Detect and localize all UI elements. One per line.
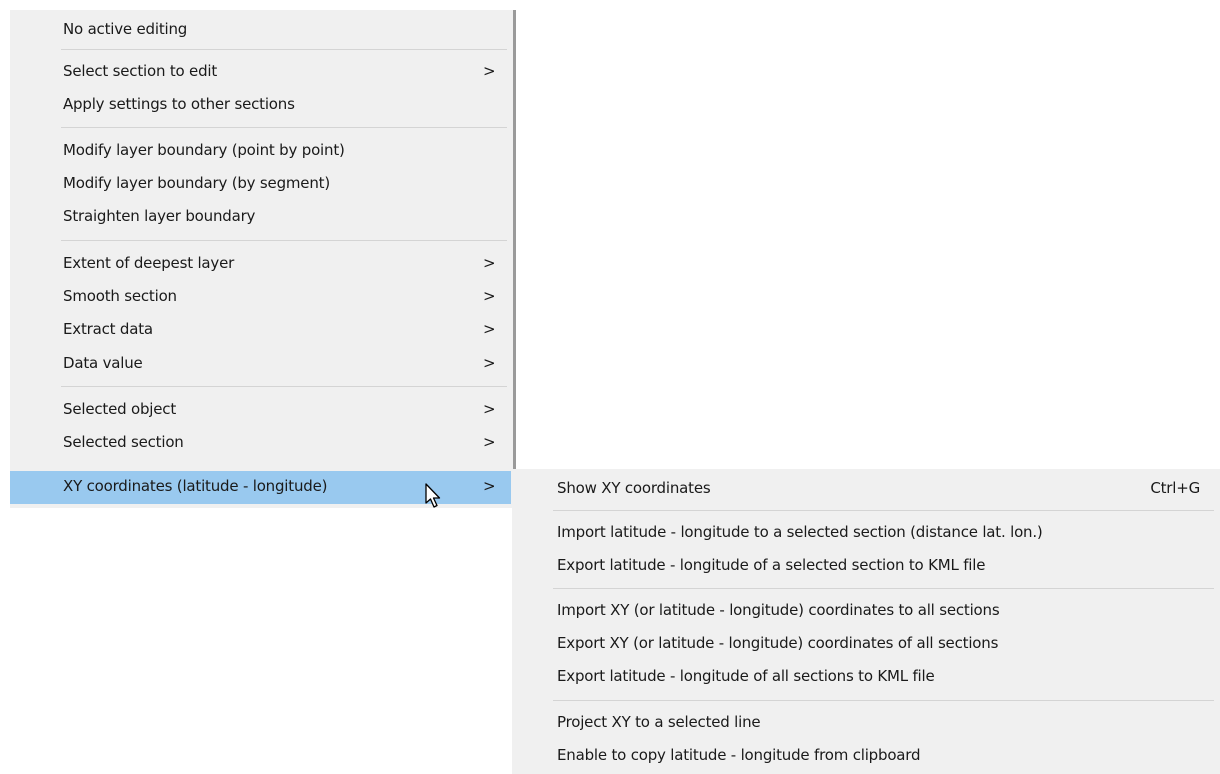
menu-item-label: Apply settings to other sections bbox=[63, 95, 295, 113]
menu-separator bbox=[553, 700, 1214, 701]
menu-item-label: Data value bbox=[63, 354, 143, 372]
chevron-right-icon: > bbox=[483, 287, 496, 305]
menu-item-label: Modify layer boundary (by segment) bbox=[63, 174, 330, 192]
chevron-right-icon: > bbox=[483, 400, 496, 418]
menu-item-label: Modify layer boundary (point by point) bbox=[63, 141, 345, 159]
mouse-pointer-icon bbox=[425, 483, 441, 508]
menu-separator bbox=[553, 510, 1214, 511]
menu-item-label: Selected object bbox=[63, 400, 177, 418]
menu-item-apply-settings[interactable]: Apply settings to other sections bbox=[10, 89, 513, 122]
xy-coordinates-submenu: Show XY coordinates Ctrl+G Import latitu… bbox=[512, 469, 1220, 774]
menu-item-straighten-boundary[interactable]: Straighten layer boundary bbox=[10, 201, 513, 234]
chevron-right-icon: > bbox=[483, 477, 496, 495]
menu-item-modify-boundary-point[interactable]: Modify layer boundary (point by point) bbox=[10, 135, 513, 168]
menu-separator bbox=[61, 49, 507, 50]
menu-item-label: No active editing bbox=[63, 20, 188, 38]
menu-item-extract-data[interactable]: Extract data > bbox=[10, 314, 513, 347]
menu-item-show-xy-coordinates[interactable]: Show XY coordinates Ctrl+G bbox=[512, 473, 1220, 506]
menu-item-label: Export latitude - longitude of all secti… bbox=[557, 667, 935, 685]
menu-separator bbox=[61, 386, 507, 387]
chevron-right-icon: > bbox=[483, 433, 496, 451]
menu-item-label: Export latitude - longitude of a selecte… bbox=[557, 556, 986, 574]
menu-item-selected-section[interactable]: Selected section > bbox=[10, 427, 513, 460]
menu-item-label: Project XY to a selected line bbox=[557, 713, 761, 731]
menu-separator bbox=[553, 588, 1214, 589]
menu-item-extent-deepest-layer[interactable]: Extent of deepest layer > bbox=[10, 248, 513, 281]
chevron-right-icon: > bbox=[483, 354, 496, 372]
menu-item-label: Import XY (or latitude - longitude) coor… bbox=[557, 601, 1000, 619]
menu-item-export-latlon-selected-kml[interactable]: Export latitude - longitude of a selecte… bbox=[512, 550, 1220, 583]
menu-item-select-section-to-edit[interactable]: Select section to edit > bbox=[10, 56, 513, 89]
menu-item-project-xy-line[interactable]: Project XY to a selected line bbox=[512, 707, 1220, 740]
menu-item-label: Extract data bbox=[63, 320, 153, 338]
menu-item-label: XY coordinates (latitude - longitude) bbox=[63, 477, 328, 495]
menu-item-label: Select section to edit bbox=[63, 62, 218, 80]
menu-item-import-latlon-selected[interactable]: Import latitude - longitude to a selecte… bbox=[512, 517, 1220, 550]
chevron-right-icon: > bbox=[483, 62, 496, 80]
chevron-right-icon: > bbox=[483, 254, 496, 272]
menu-item-label: Extent of deepest layer bbox=[63, 254, 235, 272]
menu-item-label: Smooth section bbox=[63, 287, 177, 305]
menu-item-enable-copy-latlon[interactable]: Enable to copy latitude - longitude from… bbox=[512, 740, 1220, 773]
menu-item-smooth-section[interactable]: Smooth section > bbox=[10, 281, 513, 314]
menu-item-modify-boundary-segment[interactable]: Modify layer boundary (by segment) bbox=[10, 168, 513, 201]
menu-item-label: Show XY coordinates bbox=[557, 479, 711, 497]
keyboard-shortcut: Ctrl+G bbox=[1150, 479, 1200, 497]
context-menu: No active editing Select section to edit… bbox=[10, 10, 516, 508]
chevron-right-icon: > bbox=[483, 320, 496, 338]
menu-item-label: Selected section bbox=[63, 433, 184, 451]
menu-item-label: Enable to copy latitude - longitude from… bbox=[557, 746, 921, 764]
menu-item-label: Export XY (or latitude - longitude) coor… bbox=[557, 634, 999, 652]
menu-item-import-xy-all[interactable]: Import XY (or latitude - longitude) coor… bbox=[512, 595, 1220, 628]
menu-item-export-latlon-all-kml[interactable]: Export latitude - longitude of all secti… bbox=[512, 661, 1220, 694]
menu-item-no-active-editing[interactable]: No active editing bbox=[10, 14, 513, 47]
menu-item-data-value[interactable]: Data value > bbox=[10, 348, 513, 381]
menu-separator bbox=[61, 240, 507, 241]
menu-item-selected-object[interactable]: Selected object > bbox=[10, 394, 513, 427]
menu-separator bbox=[61, 127, 507, 128]
menu-item-label: Straighten layer boundary bbox=[63, 207, 256, 225]
menu-item-label: Import latitude - longitude to a selecte… bbox=[557, 523, 1043, 541]
menu-item-export-xy-all[interactable]: Export XY (or latitude - longitude) coor… bbox=[512, 628, 1220, 661]
